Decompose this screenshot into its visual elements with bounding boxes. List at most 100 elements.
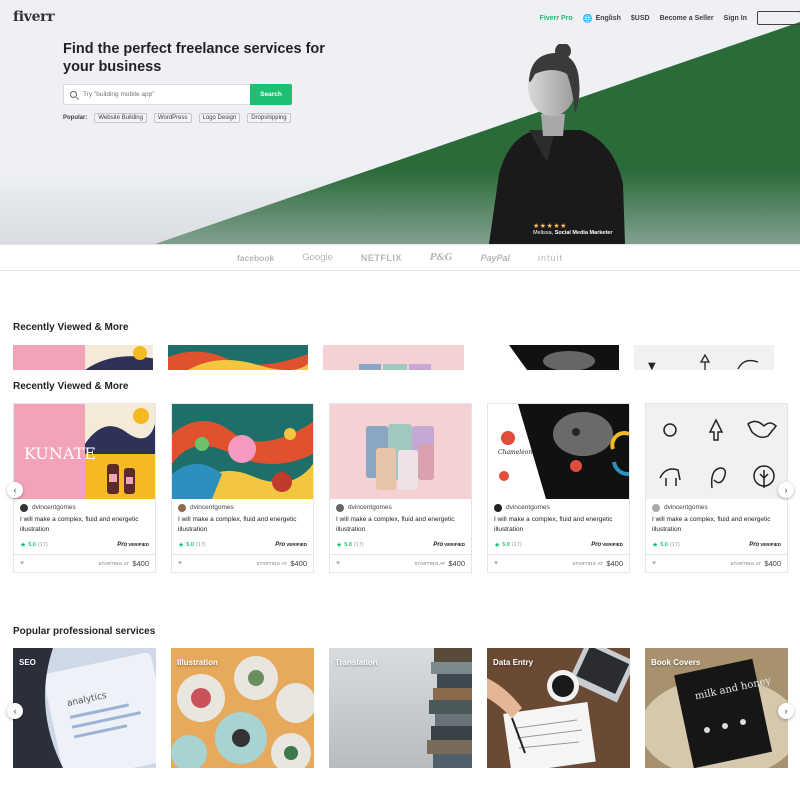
star-icon: ★ (336, 542, 343, 549)
fiverr-pro-link[interactable]: Fiverr Pro (540, 15, 573, 22)
starting-at-label: STARTING AT (256, 561, 288, 566)
seller-name[interactable]: dvincentgomes (348, 504, 392, 511)
verified-label: VERIFIED (444, 542, 465, 547)
gig-card[interactable]: dvincentgomes I will make a complex, flu… (645, 403, 788, 573)
become-seller-link[interactable]: Become a Seller (660, 15, 714, 22)
sign-in-link[interactable]: Sign In (724, 15, 747, 22)
rating-count: (17) (511, 542, 522, 548)
gig-thumbnail[interactable]: Chameleon (488, 404, 629, 499)
carousel-next-button[interactable]: › (778, 482, 794, 498)
strip-thumb[interactable] (168, 345, 309, 370)
strip-thumb[interactable] (478, 345, 619, 370)
seller-name[interactable]: dvincentgomes (190, 504, 234, 511)
service-card-data-entry[interactable]: Data Entry (487, 648, 630, 768)
price: $400 (606, 559, 623, 568)
carousel-prev-button[interactable]: ‹ (7, 482, 23, 498)
popular-tag[interactable]: Website Building (94, 113, 147, 123)
pro-mark: Pro (591, 542, 602, 548)
search-input[interactable] (83, 91, 233, 98)
pg-logo: P&G (429, 252, 453, 263)
starting-at-label: STARTING AT (414, 561, 446, 566)
popular-tag[interactable]: Dropshipping (247, 113, 291, 123)
chameleon-brand-text: Chameleon (498, 449, 532, 456)
section-title: Recently Viewed & More (13, 381, 129, 392)
seller-name[interactable]: dvincentgomes (32, 504, 76, 511)
rating-value: 5.0 (344, 542, 352, 548)
seller-name[interactable]: dvincentgomes (506, 504, 550, 511)
service-card-book-covers[interactable]: milk and honey Book Covers (645, 648, 788, 768)
avatar (652, 503, 660, 512)
heart-icon[interactable]: ♥ (336, 560, 340, 567)
verified-label: VERIFIED (760, 542, 781, 547)
gig-card[interactable]: Chameleon dvincentgomes I will make a co… (487, 403, 630, 573)
caption-role: Social Media Marketer (554, 230, 613, 236)
strip-thumb[interactable]: ▼ (633, 345, 775, 370)
rating-value: 5.0 (502, 542, 510, 548)
starting-at-label: STARTING AT (730, 561, 762, 566)
rating-value: 5.0 (28, 542, 36, 548)
rating-count: (17) (353, 542, 364, 548)
section-title: Recently Viewed & More (13, 322, 129, 333)
pro-mark: Pro (749, 542, 760, 548)
gig-thumbnail[interactable]: KUNATE (14, 404, 155, 499)
gig-card[interactable]: dvincentgomes I will make a complex, flu… (329, 403, 472, 573)
popular-tag[interactable]: WordPress (153, 113, 192, 123)
gig-title[interactable]: I will make a complex, fluid and energet… (494, 515, 623, 535)
gig-thumbnail[interactable] (646, 404, 787, 499)
service-label: Translation (335, 658, 378, 667)
service-label: SEO (19, 658, 36, 667)
service-card-seo[interactable]: analytics SEO (13, 648, 156, 768)
rating-value: 5.0 (186, 542, 194, 548)
heart-icon[interactable]: ♥ (652, 560, 656, 567)
recent-strip: ▼ (13, 345, 789, 370)
gig-title[interactable]: I will make a complex, fluid and energet… (178, 515, 307, 535)
pro-mark: Pro (275, 542, 286, 548)
strip-thumb[interactable] (323, 345, 464, 370)
currency-link[interactable]: $USD (631, 15, 650, 22)
rating-count: (17) (195, 542, 206, 548)
pro-verified-badge: ProVERIFIED (433, 542, 465, 548)
heart-icon[interactable]: ♥ (494, 560, 498, 567)
gig-title[interactable]: I will make a complex, fluid and energet… (652, 515, 781, 535)
gig-card[interactable]: KUNATE dvincentgomes I will make a compl… (13, 403, 156, 573)
join-button[interactable] (757, 11, 800, 25)
price: $400 (290, 559, 307, 568)
gig-thumbnail[interactable] (330, 404, 471, 499)
popular-tag[interactable]: Logo Design (198, 113, 241, 123)
seller-name[interactable]: dvincentgomes (664, 504, 708, 511)
avatar (20, 503, 28, 512)
section-title: Popular professional services (13, 626, 156, 637)
gig-title[interactable]: I will make a complex, fluid and energet… (336, 515, 465, 535)
verified-label: VERIFIED (128, 542, 149, 547)
caption-name: Melissa, (533, 230, 554, 236)
heart-icon[interactable]: ♥ (178, 560, 182, 567)
top-nav: Fiverr Pro 🌐 English $USD Become a Selle… (530, 10, 800, 26)
search-icon (70, 91, 77, 98)
heart-icon[interactable]: ♥ (20, 560, 24, 567)
paypal-logo: PayPal (480, 252, 511, 263)
gig-card[interactable]: dvincentgomes I will make a complex, flu… (171, 403, 314, 573)
fiverr-logo[interactable]: fiverr (13, 9, 55, 25)
verified-label: VERIFIED (286, 542, 307, 547)
starting-at-label: STARTING AT (572, 561, 604, 566)
avatar (178, 503, 186, 512)
starting-at-label: STARTING AT (98, 561, 130, 566)
service-card-illustration[interactable]: Illustration (171, 648, 314, 768)
pro-verified-badge: ProVERIFIED (591, 542, 623, 548)
search-button[interactable]: Search (250, 84, 292, 105)
language-link[interactable]: English (596, 15, 621, 22)
gig-title[interactable]: I will make a complex, fluid and energet… (20, 515, 149, 535)
trusted-by-bar: facebook Google NETFLIX P&G PayPal intui… (0, 244, 800, 271)
netflix-logo: NETFLIX (360, 252, 402, 263)
strip-thumb[interactable] (13, 345, 154, 370)
gig-thumbnail[interactable] (172, 404, 313, 499)
pro-verified-badge: ProVERIFIED (117, 542, 149, 548)
rating-stars: ★★★★★ (533, 223, 567, 230)
intuit-logo: intuit (538, 252, 564, 263)
avatar (494, 503, 502, 512)
price: $400 (448, 559, 465, 568)
service-card-translation[interactable]: Translation (329, 648, 472, 768)
services-prev-button[interactable]: ‹ (7, 703, 23, 719)
facebook-logo: facebook (236, 252, 275, 263)
services-next-button[interactable]: › (778, 703, 794, 719)
